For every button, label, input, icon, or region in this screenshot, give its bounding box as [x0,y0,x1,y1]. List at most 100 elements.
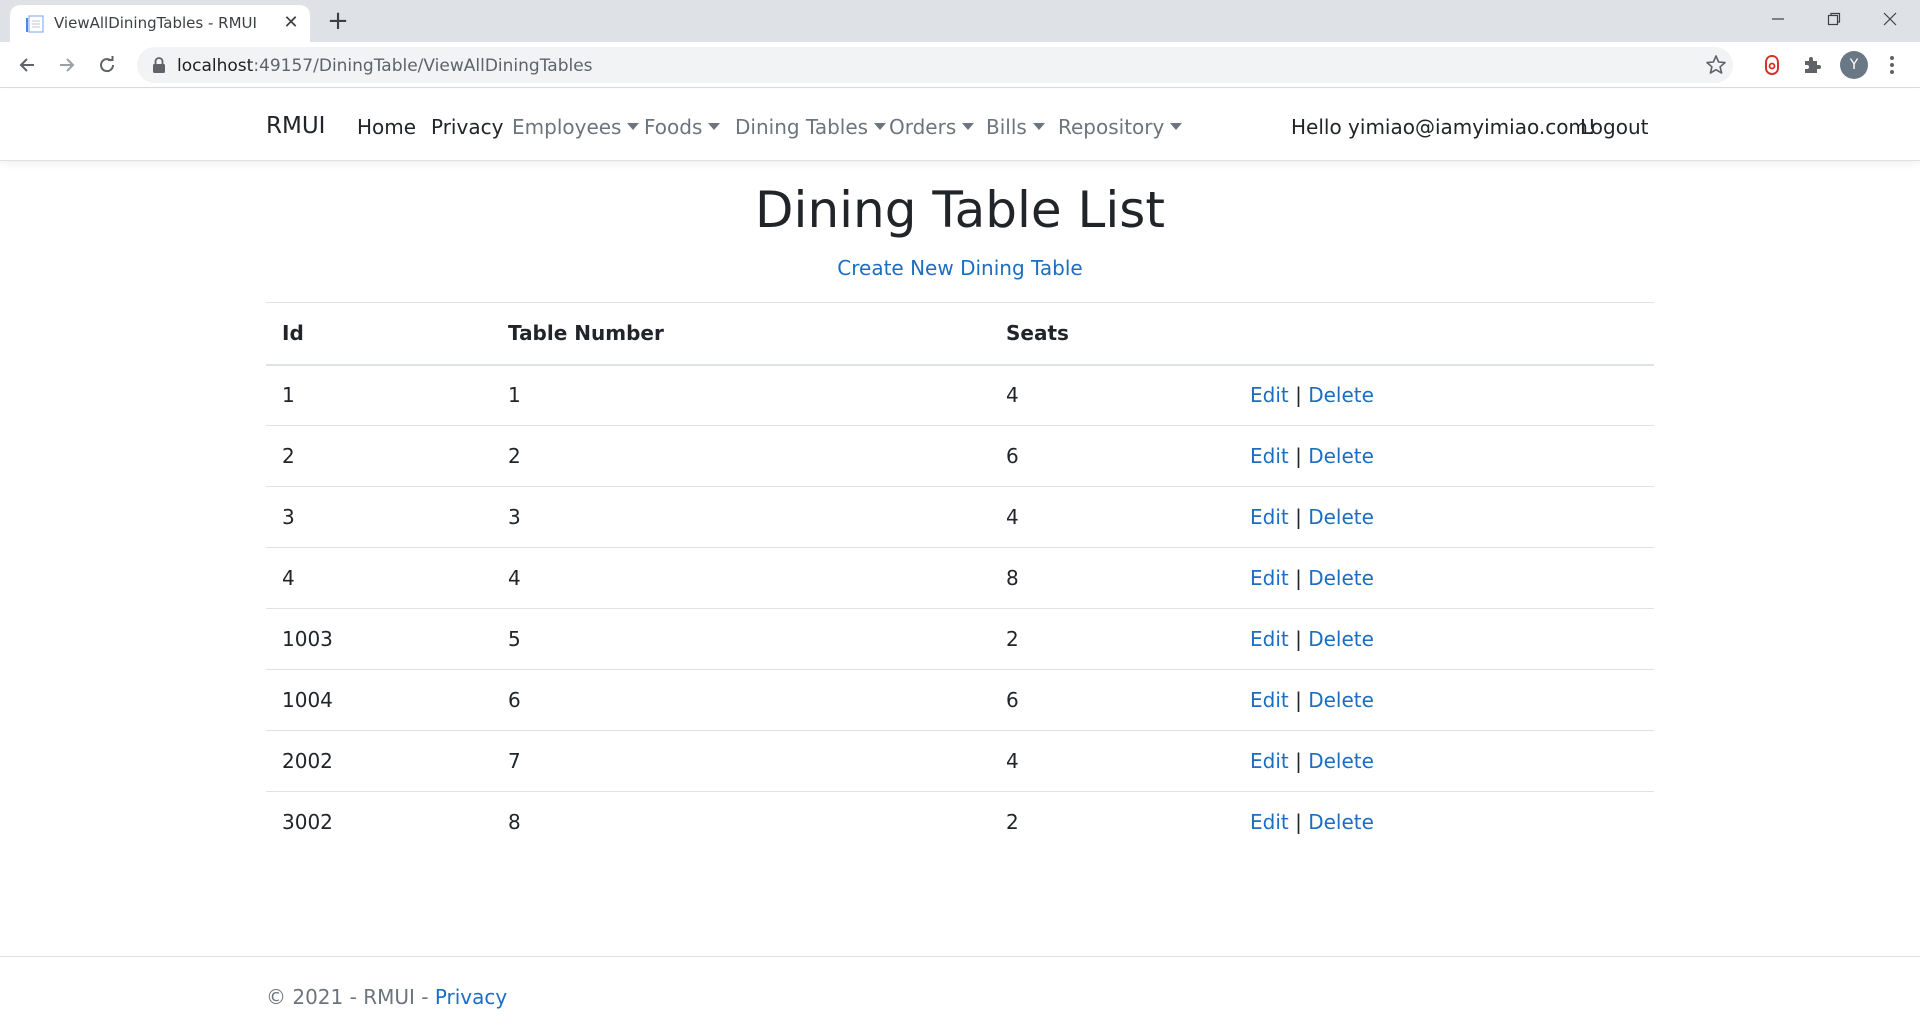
reload-icon[interactable] [92,50,122,80]
back-arrow-icon[interactable] [12,50,42,80]
edit-link[interactable]: Edit [1250,688,1289,712]
url-host: localhost [177,56,254,76]
close-tab-icon[interactable]: ✕ [280,11,302,33]
cell-id: 3002 [266,791,492,853]
nav-home[interactable]: Home [357,115,416,139]
table-row: 1 1 4 Edit | Delete [266,364,1654,426]
nav-dropdown-label: Repository [1058,115,1165,139]
action-separator: | [1295,383,1302,408]
edit-link[interactable]: Edit [1250,505,1289,529]
cell-actions: Edit | Delete [1234,364,1654,426]
url-path: :49157/DiningTable/ViewAllDiningTables [253,56,593,76]
nav-dropdown-dining-tables[interactable]: Dining Tables [735,115,887,139]
document-icon [26,15,44,33]
delete-link[interactable]: Delete [1308,810,1374,834]
browser-tab-strip: ViewAllDiningTables - RMUI ✕ + [0,0,1920,42]
delete-link[interactable]: Delete [1308,383,1374,407]
delete-link[interactable]: Delete [1308,505,1374,529]
delete-link[interactable]: Delete [1308,566,1374,590]
url-text: localhost:49157/DiningTable/ViewAllDinin… [177,56,593,76]
caret-down-icon [1170,123,1183,130]
more-menu-icon[interactable] [1880,51,1904,79]
cell-id: 1004 [266,669,492,731]
footer-privacy-link[interactable]: Privacy [435,985,507,1009]
cell-seats: 2 [990,608,1234,670]
delete-link[interactable]: Delete [1308,444,1374,468]
delete-link[interactable]: Delete [1308,749,1374,773]
cell-table-number: 3 [492,486,990,548]
action-separator: | [1295,566,1302,590]
page-title: Dining Table List [755,181,1165,239]
forward-arrow-icon[interactable] [52,50,82,80]
cell-actions: Edit | Delete [1234,669,1654,731]
edit-link[interactable]: Edit [1250,749,1289,773]
restore-icon[interactable] [1806,0,1862,38]
cell-id: 4 [266,547,492,609]
minimize-icon[interactable] [1750,0,1806,38]
address-bar[interactable]: localhost:49157/DiningTable/ViewAllDinin… [137,47,1733,83]
extension-shield-icon[interactable] [1759,52,1785,78]
cell-actions: Edit | Delete [1234,547,1654,609]
nav-privacy[interactable]: Privacy [431,115,503,139]
delete-link[interactable]: Delete [1308,688,1374,712]
column-header-actions [1234,302,1654,366]
action-separator: | [1295,749,1302,773]
cell-actions: Edit | Delete [1234,486,1654,548]
cell-id: 2 [266,425,492,487]
user-greeting-link[interactable]: Hello yimiao@iamyimiao.com! [1291,115,1596,139]
table-row: 1004 6 6 Edit | Delete [266,669,1654,731]
create-dining-table-link[interactable]: Create New Dining Table [837,256,1082,280]
footer-text: © 2021 - RMUI - Privacy [266,985,507,1009]
edit-link[interactable]: Edit [1250,566,1289,590]
table-header-row: Id Table Number Seats [266,302,1654,366]
table-body: 1 1 4 Edit | Delete 2 2 6 Edit | Delete 3 3 4 Edit … [266,364,1654,853]
brand-link[interactable]: RMUI [266,113,325,139]
edit-link[interactable]: Edit [1250,627,1289,651]
action-separator: | [1295,688,1302,712]
column-header-seats: Seats [990,302,1234,366]
browser-tab[interactable]: ViewAllDiningTables - RMUI ✕ [10,5,310,42]
cell-table-number: 2 [492,425,990,487]
nav-dropdown-employees[interactable]: Employees [512,115,640,139]
new-tab-button[interactable]: + [323,6,353,36]
cell-table-number: 7 [492,730,990,792]
logout-link[interactable]: Logout [1580,115,1648,139]
cell-table-number: 8 [492,791,990,853]
table-row: 4 4 8 Edit | Delete [266,547,1654,609]
nav-dropdown-label: Employees [512,115,622,139]
action-separator: | [1295,810,1302,835]
action-separator: | [1295,444,1302,468]
nav-dropdown-repository[interactable]: Repository [1058,115,1183,139]
cell-seats: 6 [990,669,1234,731]
cell-table-number: 6 [492,669,990,731]
close-window-icon[interactable] [1862,0,1918,38]
nav-dropdown-bills[interactable]: Bills [986,115,1045,139]
nav-dropdown-orders[interactable]: Orders [889,115,975,139]
footer-copyright: © 2021 - RMUI - [266,985,435,1009]
caret-down-icon [708,123,721,130]
tab-title: ViewAllDiningTables - RMUI [54,14,257,32]
table-row: 2002 7 4 Edit | Delete [266,730,1654,792]
cell-seats: 8 [990,547,1234,609]
cell-seats: 2 [990,791,1234,853]
caret-down-icon [1032,123,1045,130]
edit-link[interactable]: Edit [1250,383,1289,407]
dining-table-list: Id Table Number Seats 1 1 4 Edit | Delete 2 2… [266,302,1654,853]
table-row: 3 3 4 Edit | Delete [266,486,1654,548]
cell-actions: Edit | Delete [1234,730,1654,792]
cell-seats: 4 [990,486,1234,548]
edit-link[interactable]: Edit [1250,444,1289,468]
cell-id: 1003 [266,608,492,670]
cell-id: 1 [266,364,492,426]
delete-link[interactable]: Delete [1308,627,1374,651]
extensions-puzzle-icon[interactable] [1799,52,1825,78]
edit-link[interactable]: Edit [1250,810,1289,834]
table-row: 1003 5 2 Edit | Delete [266,608,1654,670]
bookmark-star-icon[interactable] [1705,54,1727,76]
nav-dropdown-foods[interactable]: Foods [644,115,721,139]
nav-dropdown-label: Dining Tables [735,115,869,139]
footer: © 2021 - RMUI - Privacy [0,956,1920,1027]
profile-avatar[interactable]: Y [1840,51,1868,79]
cell-actions: Edit | Delete [1234,791,1654,853]
action-separator: | [1295,627,1302,651]
